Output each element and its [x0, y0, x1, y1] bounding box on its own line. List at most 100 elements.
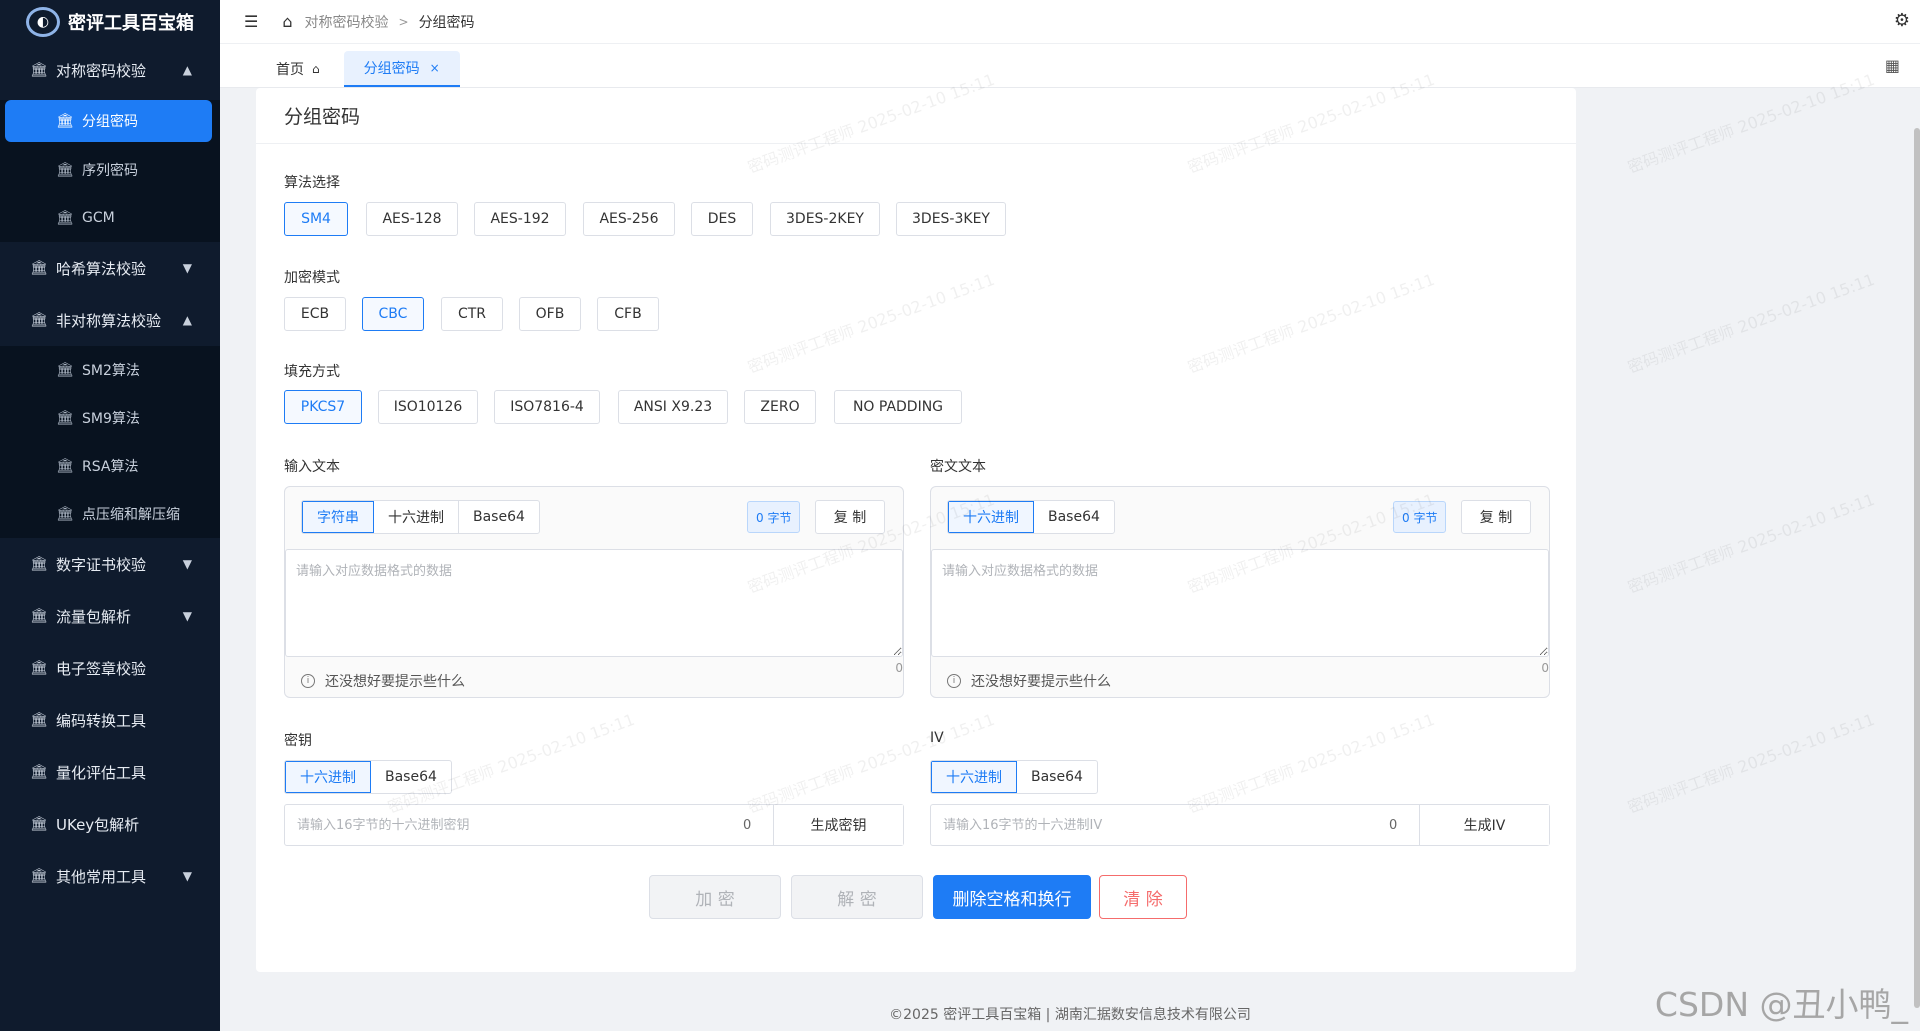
settings-icon[interactable]: ⚙	[1894, 10, 1910, 31]
sidebar-group-pcap[interactable]: 🏛 流量包解析 ▼	[0, 590, 220, 642]
sidebar-item-label: SM9算法	[82, 411, 140, 427]
sidebar-group-label: UKey包解析	[56, 815, 140, 834]
tabs-bar: 首页 ⌂ 分组密码 × ▦	[220, 44, 1920, 88]
sidebar-item-block-cipher[interactable]: 🏛 分组密码	[5, 100, 212, 142]
input-text-area[interactable]	[285, 549, 903, 657]
input-hint: i 还没想好要提示些什么	[301, 671, 465, 691]
main-card: 分组密码 算法选择 SM4 AES-128 AES-192 AES-256 DE…	[256, 88, 1576, 972]
bank-icon: 🏛	[56, 113, 74, 129]
tab-block-cipher[interactable]: 分组密码 ×	[343, 51, 460, 87]
input-copy-button[interactable]: 复 制	[815, 500, 885, 534]
close-icon[interactable]: ×	[430, 61, 440, 75]
bank-icon: 🏛	[56, 162, 74, 178]
algorithm-option-aes192[interactable]: AES-192	[474, 202, 566, 236]
padding-option-nopadding[interactable]: NO PADDING	[834, 390, 962, 424]
sidebar-group-hash[interactable]: 🏛 哈希算法校验 ▼	[0, 242, 220, 294]
mode-option-ctr[interactable]: CTR	[441, 297, 503, 331]
sidebar-group-seal[interactable]: 🏛 电子签章校验	[0, 642, 220, 694]
padding-option-zero[interactable]: ZERO	[744, 390, 816, 424]
decrypt-button[interactable]: 解 密	[791, 875, 923, 919]
sidebar-group-encoding[interactable]: 🏛 编码转换工具	[0, 694, 220, 746]
bank-icon: 🏛	[56, 410, 74, 426]
iv-format-switch: 十六进制 Base64	[930, 760, 1098, 794]
algorithm-option-aes128[interactable]: AES-128	[366, 202, 458, 236]
key-format-switch: 十六进制 Base64	[284, 760, 452, 794]
sidebar-item-rsa[interactable]: 🏛 RSA算法	[0, 442, 220, 490]
sidebar-item-gcm[interactable]: 🏛 GCM	[0, 194, 220, 242]
algorithm-option-3des2key[interactable]: 3DES-2KEY	[770, 202, 880, 236]
sidebar-group-symmetric[interactable]: 🏛 对称密码校验 ▲	[0, 44, 220, 96]
sidebar-group-others[interactable]: 🏛 其他常用工具 ▼	[0, 850, 220, 902]
mode-option-ofb[interactable]: OFB	[519, 297, 581, 331]
clear-button[interactable]: 清 除	[1099, 875, 1187, 919]
bank-icon: 🏛	[30, 556, 48, 572]
key-input[interactable]	[285, 805, 743, 845]
padding-option-pkcs7[interactable]: PKCS7	[284, 390, 362, 424]
padding-option-iso7816[interactable]: ISO7816-4	[494, 390, 600, 424]
algorithm-option-aes256[interactable]: AES-256	[583, 202, 675, 236]
sidebar-group-label: 电子签章校验	[56, 659, 147, 678]
submenu-symmetric: 🏛 分组密码 🏛 序列密码 🏛 GCM	[0, 100, 220, 242]
mode-option-cfb[interactable]: CFB	[597, 297, 659, 331]
key-format-hex[interactable]: 十六进制	[285, 761, 371, 793]
cipher-copy-button[interactable]: 复 制	[1461, 500, 1531, 534]
app-title: 密评工具百宝箱	[68, 13, 194, 34]
input-text-label: 输入文本	[284, 459, 340, 475]
sidebar-group-certificate[interactable]: 🏛 数字证书校验 ▼	[0, 538, 220, 590]
chevron-down-icon: ▼	[182, 261, 192, 275]
cipher-format-hex[interactable]: 十六进制	[948, 501, 1034, 533]
chevron-up-icon: ▲	[182, 313, 192, 327]
sidebar-item-sm9[interactable]: 🏛 SM9算法	[0, 394, 220, 442]
input-format-string[interactable]: 字符串	[302, 501, 374, 533]
sidebar-group-label: 数字证书校验	[56, 555, 147, 574]
collapse-menu-icon[interactable]: ☰	[244, 12, 258, 31]
sidebar-item-label: 分组密码	[82, 114, 138, 130]
grid-icon[interactable]: ▦	[1885, 56, 1900, 75]
chevron-up-icon: ▲	[182, 63, 192, 77]
info-icon: i	[301, 674, 315, 688]
sidebar-item-point-compress[interactable]: 🏛 点压缩和解压缩	[0, 490, 220, 538]
cipher-text-area[interactable]	[931, 549, 1549, 657]
input-format-base64[interactable]: Base64	[459, 501, 539, 533]
iv-format-base64[interactable]: Base64	[1017, 761, 1097, 793]
home-icon[interactable]: ⌂	[282, 12, 292, 31]
tab-home[interactable]: 首页 ⌂	[260, 51, 336, 87]
generate-iv-button[interactable]: 生成IV	[1419, 805, 1549, 845]
cipher-format-base64[interactable]: Base64	[1034, 501, 1114, 533]
padding-option-iso10126[interactable]: ISO10126	[378, 390, 478, 424]
padding-option-ansix923[interactable]: ANSI X9.23	[618, 390, 728, 424]
breadcrumb-parent[interactable]: 对称密码校验	[305, 12, 389, 32]
key-format-base64[interactable]: Base64	[371, 761, 451, 793]
mode-option-cbc[interactable]: CBC	[362, 297, 424, 331]
sidebar-group-ukey[interactable]: 🏛 UKey包解析	[0, 798, 220, 850]
iv-format-hex[interactable]: 十六进制	[931, 761, 1017, 793]
input-hint-text: 还没想好要提示些什么	[325, 674, 465, 690]
sidebar-item-label: GCM	[82, 210, 115, 226]
strip-whitespace-button[interactable]: 删除空格和换行	[933, 875, 1091, 919]
algorithm-option-3des3key[interactable]: 3DES-3KEY	[896, 202, 1006, 236]
algorithm-option-des[interactable]: DES	[691, 202, 753, 236]
bank-icon: 🏛	[30, 62, 48, 78]
tab-label: 首页	[276, 62, 304, 78]
sidebar-item-stream-cipher[interactable]: 🏛 序列密码	[0, 146, 220, 194]
input-format-hex[interactable]: 十六进制	[374, 501, 459, 533]
bank-icon: 🏛	[30, 312, 48, 328]
bank-icon: 🏛	[30, 608, 48, 624]
bank-icon: 🏛	[56, 458, 74, 474]
algorithm-option-sm4[interactable]: SM4	[284, 202, 348, 236]
sidebar-group-quantify[interactable]: 🏛 量化评估工具	[0, 746, 220, 798]
mode-option-ecb[interactable]: ECB	[284, 297, 346, 331]
scrollbar[interactable]	[1914, 128, 1920, 1008]
brand-watermark: CSDN @丑小鸭_	[1654, 985, 1908, 1024]
sidebar-item-sm2[interactable]: 🏛 SM2算法	[0, 346, 220, 394]
input-byte-count: 0 字节	[747, 501, 801, 533]
sidebar-group-asymmetric[interactable]: 🏛 非对称算法校验 ▲	[0, 294, 220, 346]
app-logo[interactable]: ◐ 密评工具百宝箱	[0, 0, 220, 44]
generate-key-button[interactable]: 生成密钥	[773, 805, 903, 845]
bank-icon: 🏛	[30, 868, 48, 884]
iv-input[interactable]	[931, 805, 1389, 845]
cipher-text-panel: 十六进制 Base64 0 字节 复 制 0 i 还没想好要提示些什么	[930, 486, 1550, 698]
bank-icon: 🏛	[56, 506, 74, 522]
encrypt-button[interactable]: 加 密	[649, 875, 781, 919]
iv-input-group: 0 生成IV	[930, 804, 1550, 846]
